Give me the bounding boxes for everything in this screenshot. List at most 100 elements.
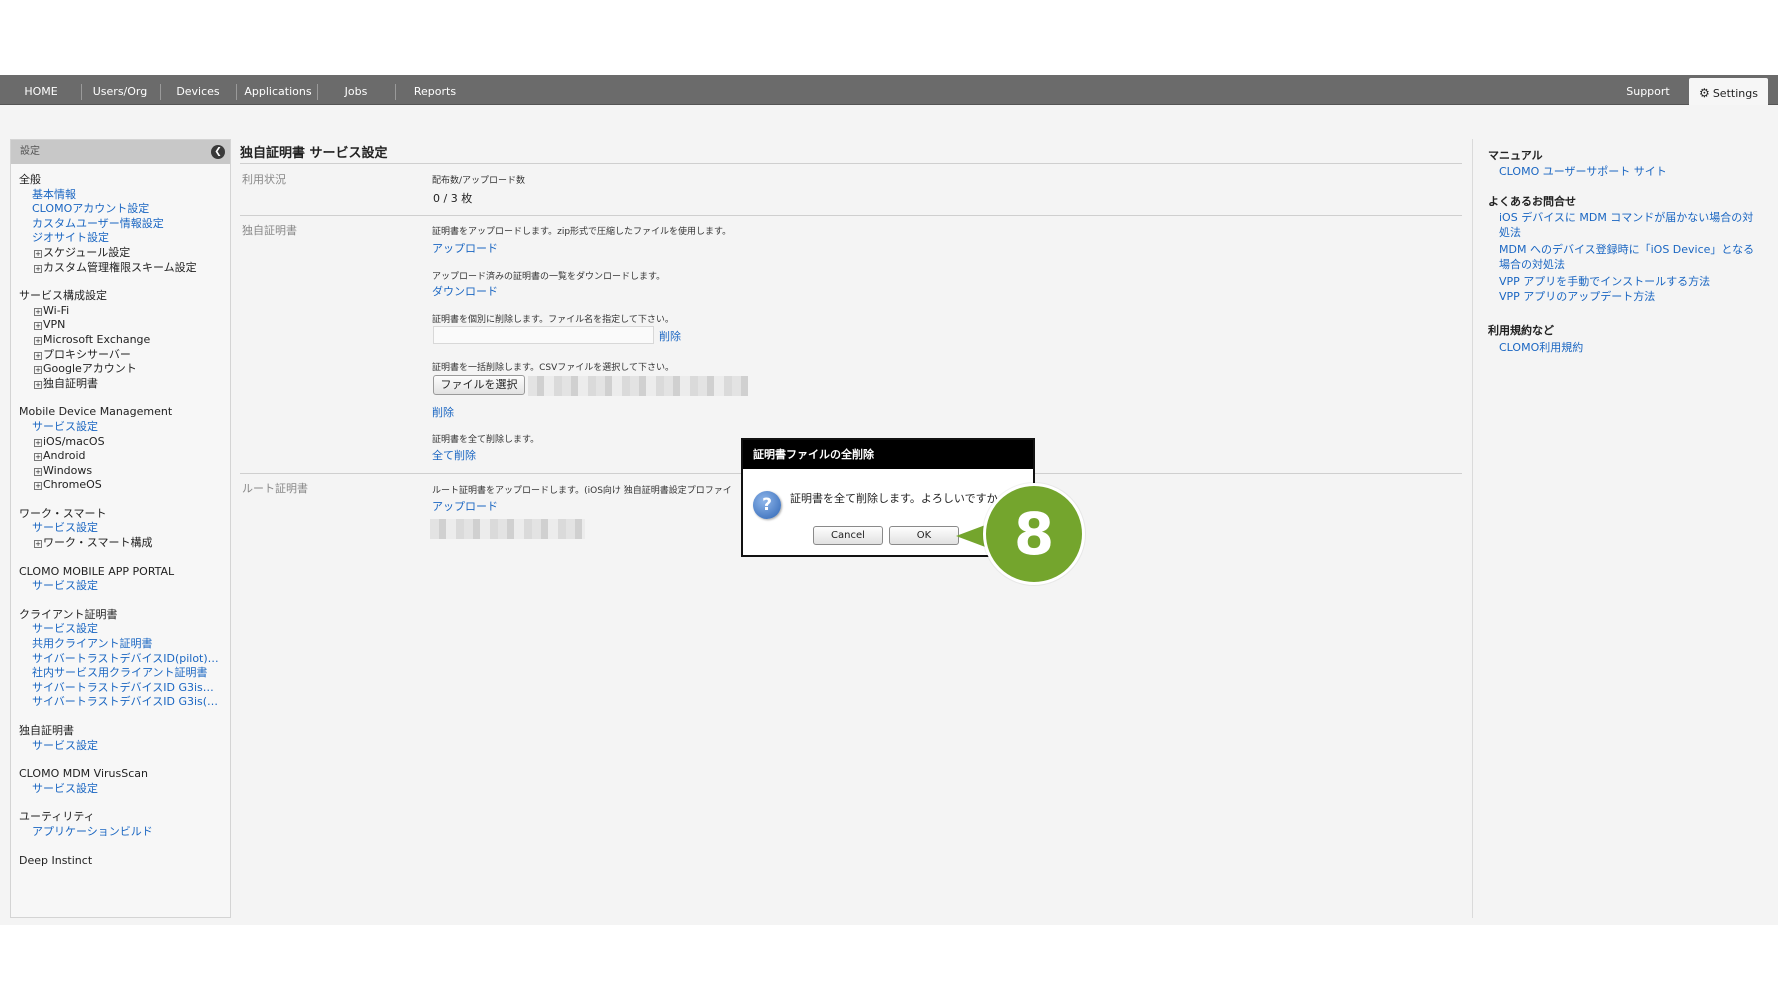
expand-plus-icon[interactable]: + <box>34 351 42 360</box>
sidebar-expandable-item[interactable]: + ChromeOS <box>19 478 230 493</box>
delete-all-description: 証明書を全て削除します。 <box>432 435 540 445</box>
sidebar-link[interactable]: サイバートラストデバイスID G3is… <box>19 681 219 696</box>
top-navigation-bar: HOME Users/Org Devices Applications Jobs… <box>0 75 1778 105</box>
expand-plus-icon[interactable]: + <box>34 264 42 273</box>
sidebar-expandable-item[interactable]: + iOS/macOS <box>19 435 230 450</box>
expand-plus-icon[interactable]: + <box>34 307 42 316</box>
nav-divider <box>395 84 396 100</box>
sidebar-expandable-item[interactable]: + カスタム管理権限スキーム設定 <box>19 261 230 276</box>
delete-one-link[interactable]: 削除 <box>659 328 681 344</box>
terms-link[interactable]: CLOMO利用規約 <box>1499 341 1761 356</box>
expand-plus-icon[interactable]: + <box>34 438 42 447</box>
expand-plus-icon[interactable]: + <box>34 467 42 476</box>
collapse-sidebar-icon[interactable]: ❮ <box>211 145 225 159</box>
faq-link[interactable]: iOS デバイスに MDM コマンドが届かない場合の対処法 <box>1499 211 1761 240</box>
root-upload-link[interactable]: アップロード <box>432 498 498 514</box>
sidebar-link[interactable]: CLOMOアカウント設定 <box>19 202 219 217</box>
root-cert-label: ルート証明書 <box>242 482 308 495</box>
sidebar-link[interactable]: サイバートラストデバイスID G3is(… <box>19 695 219 710</box>
expand-plus-icon[interactable]: + <box>34 336 42 345</box>
nav-divider <box>236 84 237 100</box>
nav-applications[interactable]: Applications <box>244 75 312 105</box>
sidebar-item-label: Wi-Fi <box>43 303 70 317</box>
expand-plus-icon[interactable]: + <box>34 366 42 375</box>
delete-all-link[interactable]: 全て削除 <box>432 447 476 463</box>
sidebar-expandable-item[interactable]: + Microsoft Exchange <box>19 333 230 348</box>
expand-plus-icon[interactable]: + <box>34 482 42 491</box>
dialog-message: 証明書を全て削除します。よろしいですか <box>790 492 998 505</box>
sidebar-link[interactable]: サービス設定 <box>19 622 219 637</box>
sidebar-link[interactable]: サービス設定 <box>19 579 219 594</box>
dialog-title: 証明書ファイルの全削除 <box>743 440 1033 469</box>
divider <box>240 215 1462 216</box>
sidebar-link[interactable]: サイバートラストデバイスID(pilot)… <box>19 652 219 667</box>
sidebar-item-label: Microsoft Exchange <box>43 332 151 346</box>
nav-reports[interactable]: Reports <box>410 75 460 105</box>
sidebar-item-label: スケジュール設定 <box>43 245 131 259</box>
sidebar-link[interactable]: ジオサイト設定 <box>19 231 219 246</box>
nav-devices[interactable]: Devices <box>172 75 224 105</box>
sidebar-expandable-item[interactable]: + 独自証明書 <box>19 377 230 392</box>
page-title: 独自証明書 サービス設定 <box>240 146 388 161</box>
sidebar-section-title: 全般 <box>19 173 41 186</box>
expand-plus-icon[interactable]: + <box>34 322 42 331</box>
sidebar-link[interactable]: サービス設定 <box>19 739 219 754</box>
sidebar-expandable-item[interactable]: + ワーク・スマート構成 <box>19 536 230 551</box>
step-number: 8 <box>1013 500 1055 568</box>
sidebar-link[interactable]: アプリケーションビルド <box>19 825 219 840</box>
faq-link[interactable]: MDM へのデバイス登録時に「iOS Device」となる場合の対処法 <box>1499 243 1761 272</box>
sidebar-link[interactable]: 基本情報 <box>19 188 219 203</box>
filename-input[interactable] <box>433 326 654 344</box>
sidebar-item-label: Android <box>43 449 86 463</box>
sidebar-expandable-item[interactable]: + プロキシサーバー <box>19 348 230 363</box>
upload-description: 証明書をアップロードします。zip形式で圧縮したファイルを使用します。 <box>432 227 732 237</box>
nav-users-org[interactable]: Users/Org <box>90 75 150 105</box>
sidebar-link[interactable]: カスタムユーザー情報設定 <box>19 217 219 232</box>
sidebar-expandable-item[interactable]: + VPN <box>19 318 230 333</box>
sidebar-link[interactable]: 共用クライアント証明書 <box>19 637 219 652</box>
sidebar-link[interactable]: サービス設定 <box>19 782 219 797</box>
ok-button[interactable]: OK <box>889 526 959 545</box>
manual-link[interactable]: CLOMO ユーザーサポート サイト <box>1499 165 1761 180</box>
sidebar-link[interactable]: サービス設定 <box>19 420 219 435</box>
expand-plus-icon[interactable]: + <box>34 540 42 549</box>
choose-file-button[interactable]: ファイルを選択 <box>433 375 525 395</box>
sidebar-item-label: カスタム管理権限スキーム設定 <box>43 260 197 274</box>
expand-plus-icon[interactable]: + <box>34 453 42 462</box>
sidebar-expandable-item[interactable]: + Googleアカウント <box>19 362 230 377</box>
sidebar-section-title: CLOMO MOBILE APP PORTAL <box>19 564 175 578</box>
bulk-delete-link[interactable]: 削除 <box>432 404 454 420</box>
sidebar-expandable-item[interactable]: + Windows <box>19 464 230 479</box>
upload-link[interactable]: アップロード <box>432 240 498 256</box>
sidebar-section-title: Deep Instinct <box>19 853 93 867</box>
redacted-filename <box>528 376 748 396</box>
nav-jobs[interactable]: Jobs <box>340 75 372 105</box>
sidebar-expandable-item[interactable]: + Android <box>19 449 230 464</box>
faq-link[interactable]: VPP アプリを手動でインストールする方法 <box>1499 275 1761 290</box>
sidebar-title: 設定 <box>20 146 40 157</box>
download-link[interactable]: ダウンロード <box>432 283 498 299</box>
expand-plus-icon[interactable]: + <box>34 380 42 389</box>
nav-settings-tab[interactable]: ⚙ Settings <box>1689 78 1768 105</box>
sidebar-expandable-item[interactable]: + Wi-Fi <box>19 304 230 319</box>
cancel-button[interactable]: Cancel <box>813 526 883 545</box>
sidebar-section-title: クライアント証明書 <box>19 607 118 621</box>
sidebar-link[interactable]: サービス設定 <box>19 521 219 536</box>
sidebar-item-label: 独自証明書 <box>43 376 98 390</box>
faq-link[interactable]: VPP アプリのアップデート方法 <box>1499 290 1761 305</box>
nav-divider <box>317 84 318 100</box>
sidebar-link[interactable]: 社内サービス用クライアント証明書 <box>19 666 219 681</box>
settings-label: Settings <box>1712 87 1758 100</box>
expand-plus-icon[interactable]: + <box>34 249 42 258</box>
sidebar-item-label: ワーク・スマート構成 <box>43 536 153 550</box>
delete-one-description: 証明書を個別に削除します。ファイル名を指定して下さい。 <box>432 315 674 325</box>
usage-label: 利用状況 <box>242 173 286 186</box>
sidebar-expandable-item[interactable]: + スケジュール設定 <box>19 246 230 261</box>
nav-divider <box>81 84 82 100</box>
nav-home[interactable]: HOME <box>16 75 66 105</box>
nav-support[interactable]: Support <box>1620 75 1676 105</box>
sidebar-section-title: CLOMO MDM VirusScan <box>19 767 148 781</box>
